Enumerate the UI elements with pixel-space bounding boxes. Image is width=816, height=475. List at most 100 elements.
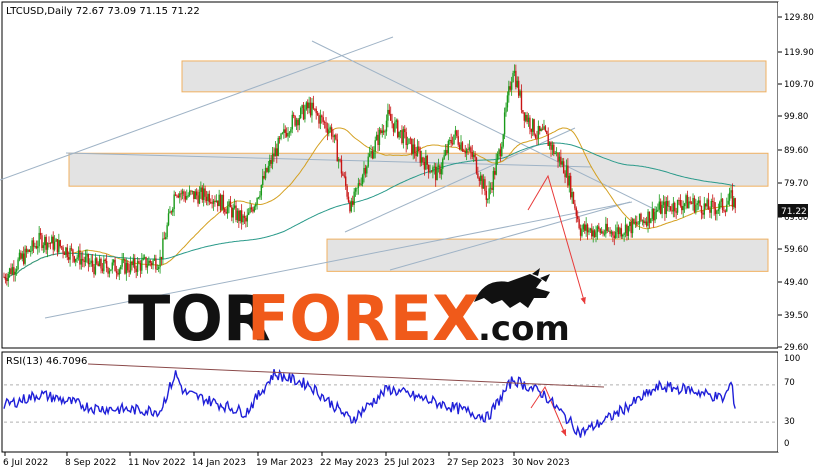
candle-body [60, 246, 63, 248]
candle-body [388, 109, 390, 114]
candle-body [229, 201, 232, 208]
candle [593, 229, 596, 238]
candle-body [346, 185, 348, 197]
candle-body [337, 159, 340, 162]
candle-body [77, 250, 80, 258]
candle-body [211, 202, 213, 204]
candle-body [460, 142, 462, 150]
date-tick-label: 30 Nov 2023 [512, 458, 570, 468]
candle-body [380, 129, 382, 133]
candle-body [143, 256, 146, 258]
candle-body [423, 162, 426, 170]
candle-body [90, 260, 92, 264]
candle-body [22, 253, 25, 264]
candle-body [15, 269, 18, 272]
candle-body [325, 122, 327, 129]
candle [300, 106, 302, 120]
candle-body [69, 248, 71, 260]
candle-body [643, 220, 645, 224]
candle-body [629, 221, 631, 227]
candle-body [731, 190, 734, 207]
candle-body [581, 229, 583, 236]
candle-body [217, 200, 219, 207]
candle-body [712, 200, 714, 202]
candle-body [696, 203, 698, 205]
candle-body [470, 147, 472, 153]
candle-body [14, 271, 16, 275]
candle-body [45, 236, 47, 250]
rsi-tick-label: 0 [784, 439, 789, 449]
candle-body [650, 218, 652, 223]
candle-body [44, 236, 46, 246]
candle-body [622, 234, 624, 237]
candle-body [387, 109, 389, 121]
candle-body [572, 192, 575, 204]
candle-body [553, 144, 555, 154]
candle-body [364, 167, 367, 174]
candle [676, 199, 679, 215]
rsi-tick-label: 100 [784, 354, 800, 364]
candle-body [214, 200, 216, 203]
candle-body [472, 154, 475, 157]
candle-body [238, 210, 240, 222]
candle-body [669, 206, 672, 211]
candle-body [726, 204, 728, 212]
candle [461, 141, 464, 152]
watermark-forex: FOREX [247, 282, 480, 355]
candle-body [582, 224, 585, 230]
candle-body [374, 140, 376, 152]
candle-body [366, 166, 368, 174]
candle-body [614, 231, 617, 238]
candle-body [574, 203, 576, 209]
candle-body [100, 258, 102, 269]
candle-body [412, 144, 414, 155]
candle-body [264, 168, 267, 179]
candle-body [163, 238, 166, 240]
candle-body [3, 276, 5, 278]
candle-body [409, 138, 412, 140]
candle-body [359, 183, 361, 185]
candle-body [671, 210, 673, 212]
candle-body [226, 206, 229, 214]
candle-body [152, 260, 154, 266]
candle-body [280, 133, 282, 139]
candle-body [357, 183, 360, 188]
candle-body [319, 115, 322, 124]
candle-body [709, 209, 711, 213]
candle-body [32, 240, 35, 247]
candle-body [550, 142, 552, 150]
candle-body [284, 129, 286, 133]
candle [453, 134, 455, 146]
candle-body [349, 201, 351, 212]
candle-body [595, 232, 597, 238]
candle-body [224, 209, 226, 212]
candle-body [447, 140, 450, 154]
candle-body [373, 151, 375, 159]
candle-body [382, 130, 385, 133]
candle-body [53, 241, 56, 250]
candle-body [276, 148, 278, 156]
rsi-panel-frame [1, 351, 779, 453]
price-tick-label: 49.40 [784, 278, 808, 288]
candle-body [318, 114, 320, 124]
candle-body [274, 148, 277, 157]
candle-body [149, 260, 151, 263]
candle-body [97, 263, 99, 267]
candle-body [461, 142, 464, 152]
candle-body [524, 114, 527, 121]
candle [411, 138, 413, 156]
candle-body [93, 266, 95, 275]
candle-body [394, 121, 396, 132]
candle-body [114, 259, 116, 272]
candle-body [266, 168, 268, 172]
candle-body [398, 131, 400, 138]
candle-body [419, 151, 421, 163]
candle-body [183, 191, 185, 196]
candle-body [300, 108, 302, 119]
candle-body [532, 119, 534, 132]
candle-body [111, 262, 113, 270]
candle-body [481, 175, 483, 189]
candle-body [489, 187, 492, 189]
candle-body [734, 198, 736, 208]
candle-body [198, 191, 201, 204]
